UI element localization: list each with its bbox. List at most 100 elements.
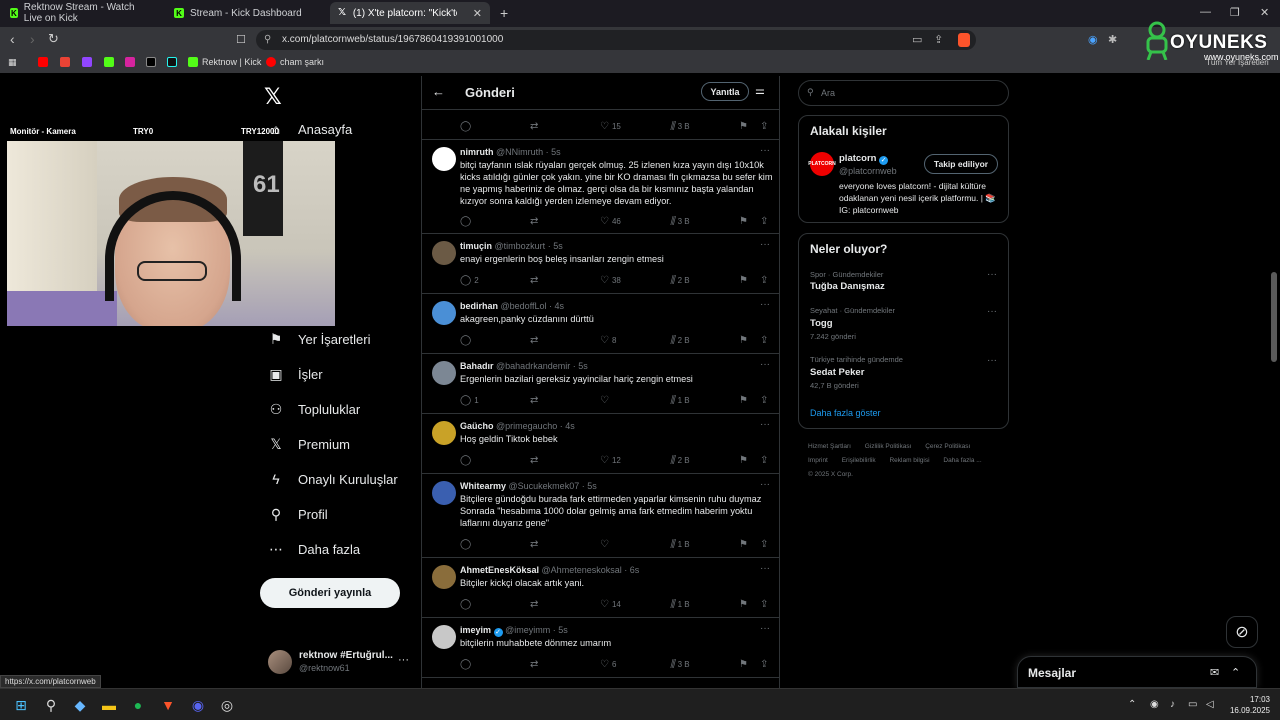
footer-link[interactable]: Çerez Politikası (925, 443, 970, 450)
discord-tray-icon[interactable]: ◉ (1150, 699, 1159, 710)
like-icon[interactable]: ♡ (600, 395, 612, 406)
repost-icon[interactable]: ⇄ (530, 599, 538, 610)
post-item[interactable]: Gaücho @primegaucho · 4s ··· Hoş geldin Ti… (422, 414, 779, 474)
nav-premium[interactable]: 𝕏 Premium (268, 436, 350, 453)
reply-button[interactable]: Yanıtla (701, 82, 749, 101)
repost-icon[interactable]: ⇄ (530, 216, 538, 227)
more-icon[interactable]: ··· (987, 269, 997, 280)
avatar[interactable]: PLATCORN (808, 152, 836, 176)
bookmark-icon[interactable]: ⚑ (740, 599, 748, 610)
mic-icon[interactable]: ♪ (1170, 699, 1175, 710)
post-item[interactable]: nimruth @NNimruth · 5s ··· bitçi tayfanın … (422, 140, 779, 234)
nav-verified-orgs[interactable]: ϟ Onaylı Kuruluşlar (268, 471, 397, 487)
tiktok-icon[interactable] (167, 57, 177, 67)
forward-arrow-icon[interactable]: › (30, 31, 35, 47)
nav-communities[interactable]: ⚇ Topluluklar (268, 401, 360, 418)
more-icon[interactable]: ··· (760, 145, 770, 156)
new-tab-button[interactable]: + (500, 5, 508, 21)
messages-drawer[interactable]: Mesajlar ✉ ⌃ (1017, 656, 1257, 688)
apps-icon[interactable]: ▦ (8, 57, 17, 68)
repost-icon[interactable]: ⇄ (530, 275, 538, 286)
reply-icon[interactable]: ◯ 2 (460, 275, 479, 286)
repost-icon[interactable]: ⇄ (530, 455, 538, 466)
cast-icon[interactable]: ▭ (912, 33, 922, 46)
repost-icon[interactable]: ⇄ (530, 121, 538, 132)
like-icon[interactable]: ♡ 38 (600, 275, 621, 286)
reply-icon[interactable]: ◯ (460, 659, 474, 670)
post-time[interactable]: 4s (565, 421, 575, 431)
avatar[interactable] (432, 241, 456, 265)
brave-icon[interactable]: ▼ (158, 695, 178, 715)
address-bar[interactable]: ⚲ x.com/platcornweb/status/1967860419391… (256, 30, 976, 50)
search-input[interactable]: ⚲ Ara (798, 80, 1009, 106)
share-icon[interactable]: ⇪ (760, 599, 768, 610)
share-icon[interactable]: ⇪ (760, 455, 768, 466)
all-bookmarks[interactable]: Tüm Yer İşaretleri (1206, 58, 1269, 67)
views-icon[interactable]: ⫼ 1 B (670, 395, 690, 406)
like-icon[interactable]: ♡ 8 (600, 335, 616, 346)
share-icon[interactable]: ⇪ (760, 275, 768, 286)
related-name[interactable]: platcorn ✓ (839, 153, 889, 165)
repost-icon[interactable]: ⇄ (530, 335, 538, 346)
bookmark-icon[interactable]: ⚑ (740, 455, 748, 466)
share-icon[interactable]: ⇪ (760, 539, 768, 550)
post-time[interactable]: 6s (630, 565, 640, 575)
footer-link[interactable]: Imprint (808, 457, 828, 464)
more-icon[interactable]: ··· (398, 654, 409, 666)
audio-icon[interactable]: ◉ (1088, 33, 1098, 46)
post-author[interactable]: AhmetEnesKöksal (460, 565, 539, 575)
share-icon[interactable]: ⇪ (760, 659, 768, 670)
more-icon[interactable]: ··· (760, 623, 770, 634)
views-icon[interactable]: ⫼ 1 B (670, 599, 690, 610)
brave-shield-icon[interactable] (958, 33, 970, 47)
account-switcher[interactable]: rektnow #Ertuğrul... @rektnow61 ··· (268, 648, 418, 676)
views-icon[interactable]: ⫼ 2 B (670, 455, 690, 466)
footer-link[interactable]: Gizlilik Politikası (865, 443, 912, 450)
reply-icon[interactable]: ◯ (460, 335, 474, 346)
bookmark-rektnow[interactable]: Rektnow | Kick (188, 57, 261, 67)
post-item[interactable]: bedirhan @bedoffLol · 4s ··· akagreen,pank… (422, 294, 779, 354)
volume-icon[interactable]: ◁ (1206, 699, 1214, 710)
windows-start-icon[interactable]: ⊞ (11, 695, 31, 715)
following-button[interactable]: Takip ediliyor (924, 154, 998, 174)
reply-icon[interactable]: ◯ (460, 121, 471, 132)
share-icon[interactable]: ⇪ (760, 395, 768, 406)
trend-name[interactable]: Togg (810, 318, 833, 329)
nav-more[interactable]: ⋯ Daha fazla (268, 541, 360, 558)
views-icon[interactable]: ⫼ 3 B (670, 659, 690, 670)
post-author[interactable]: timuçin (460, 241, 492, 251)
views-icon[interactable]: ⫼ 2 B (670, 275, 690, 286)
bookmark-icon[interactable]: ⚑ (740, 539, 748, 550)
x-logo-icon[interactable]: 𝕏 (264, 84, 282, 110)
reload-icon[interactable]: ↻ (48, 31, 59, 47)
reply-icon[interactable]: ◯ (460, 455, 474, 466)
post-time[interactable]: 5s (553, 241, 563, 251)
grok-icon[interactable]: ⊘ (1226, 616, 1258, 648)
reply-icon[interactable]: ◯ (460, 216, 474, 227)
nav-home[interactable]: ⌂ Anasayfa (268, 121, 352, 137)
post-time[interactable]: 5s (551, 147, 561, 157)
reply-icon[interactable]: ◯ (460, 599, 474, 610)
close-window-button[interactable]: ✕ (1260, 6, 1269, 19)
tab-x-post[interactable]: 𝕏 (1) X'te platcorn: "Kick'te artık 'Ki … (330, 2, 490, 24)
like-icon[interactable]: ♡ 15 (600, 121, 621, 132)
instagram-icon[interactable] (125, 57, 135, 67)
reply-icon[interactable]: ◯ 1 (460, 395, 479, 406)
avatar[interactable] (432, 301, 456, 325)
post-author[interactable]: imeyim (460, 625, 491, 635)
post-item[interactable]: imeyim ✓ @imeyimm · 5s ··· bitçilerin muha… (422, 618, 779, 678)
back-arrow-icon[interactable]: ← (432, 84, 445, 99)
extensions-icon[interactable]: ✱ (1108, 33, 1117, 46)
like-icon[interactable]: ♡ (600, 539, 612, 550)
post-author[interactable]: nimruth (460, 147, 494, 157)
show-more-link[interactable]: Daha fazla göster (810, 408, 881, 418)
like-icon[interactable]: ♡ 46 (600, 216, 621, 227)
share-icon[interactable]: ⇪ (760, 121, 768, 132)
more-icon[interactable]: ··· (760, 299, 770, 310)
bookmark-icon[interactable]: ⚑ (740, 216, 748, 227)
sliders-icon[interactable]: ⚌ (755, 84, 765, 97)
post-time[interactable]: 5s (558, 625, 568, 635)
post-time[interactable]: 5s (587, 481, 597, 491)
views-icon[interactable]: ⫼ 3 B (670, 216, 690, 227)
avatar[interactable] (432, 421, 456, 445)
